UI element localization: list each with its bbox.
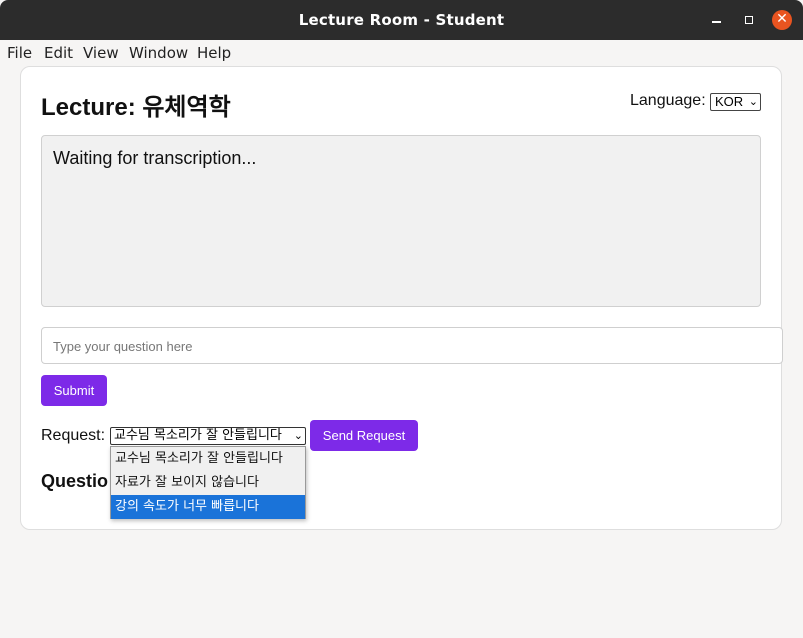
language-selected-value: KOR (715, 94, 744, 109)
maximize-button[interactable] (739, 10, 759, 30)
menu-help[interactable]: Help (197, 44, 231, 62)
request-select[interactable]: 교수님 목소리가 잘 안들립니다 ⌄ (110, 427, 306, 445)
question-placeholder: Type your question here (53, 339, 193, 354)
title-bar[interactable]: Lecture Room - Student ✕ (0, 0, 803, 40)
window-title: Lecture Room - Student (298, 11, 505, 29)
request-selected-value: 교수님 목소리가 잘 안들립니다 (114, 428, 282, 443)
chevron-down-icon: ⌄ (293, 429, 303, 442)
menu-edit[interactable]: Edit (44, 44, 73, 62)
language-select[interactable]: KOR ⌄ (710, 93, 761, 111)
language-label: Language: (630, 92, 706, 109)
menu-file[interactable]: File (7, 44, 32, 62)
menu-view[interactable]: View (83, 44, 119, 62)
lecture-title: Lecture: 유체역학 (41, 94, 231, 121)
request-dropdown-list: 교수님 목소리가 잘 안들립니다 자료가 잘 보이지 않습니다 강의 속도가 너… (110, 446, 306, 519)
chevron-down-icon: ⌄ (748, 96, 758, 108)
maximize-icon (745, 16, 753, 24)
menu-window[interactable]: Window (129, 44, 188, 62)
dropdown-option[interactable]: 교수님 목소리가 잘 안들립니다 (111, 447, 305, 471)
minimize-button[interactable] (706, 10, 726, 30)
dropdown-option[interactable]: 자료가 잘 보이지 않습니다 (111, 471, 305, 495)
transcription-box: Waiting for transcription... (41, 135, 761, 307)
minimize-icon (711, 21, 721, 23)
request-label: Request: (41, 427, 106, 444)
send-request-button[interactable]: Send Request (310, 420, 418, 451)
main-content: Lecture: 유체역학 Language: KOR ⌄ Waiting fo… (0, 66, 803, 638)
menu-bar: File Edit View Window Help (0, 40, 803, 66)
questions-heading: Questio (41, 471, 109, 491)
close-button[interactable]: ✕ (772, 10, 792, 30)
transcription-text: Waiting for transcription... (53, 148, 257, 168)
dropdown-option-highlighted[interactable]: 강의 속도가 너무 빠릅니다 (111, 495, 305, 519)
app-window: Lecture Room - Student ✕ File Edit View … (0, 0, 803, 638)
close-icon: ✕ (776, 11, 788, 27)
submit-button[interactable]: Submit (41, 375, 107, 406)
question-input[interactable]: Type your question here (41, 327, 783, 364)
